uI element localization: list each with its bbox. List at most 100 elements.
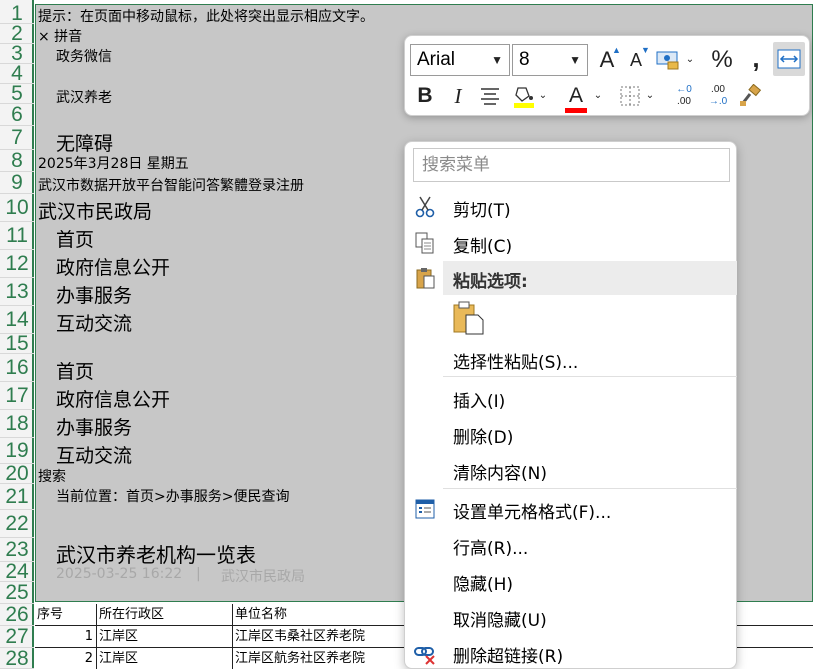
menu-item-format-cells[interactable]: 设置单元格格式(F)...: [405, 492, 738, 526]
chevron-down-icon: ⌄: [538, 90, 548, 101]
menu-item-paste-special[interactable]: 选择性粘贴(S)...: [405, 342, 738, 376]
row-header[interactable]: 22: [0, 510, 34, 538]
row-header[interactable]: 3: [0, 43, 34, 64]
menu-item-cut[interactable]: 剪切(T): [405, 190, 738, 224]
fill-color-dropdown[interactable]: ⌄: [536, 80, 550, 112]
menu-item-delete[interactable]: 删除(D): [405, 417, 738, 451]
font-color-dropdown[interactable]: ⌄: [591, 80, 605, 112]
cell-row-1[interactable]: 提示：在页面中移动鼠标，此处将突出显示相应文字。: [38, 6, 374, 26]
comma-style-button[interactable]: ,: [741, 42, 771, 74]
row-header[interactable]: 1: [0, 3, 34, 24]
row-header[interactable]: 10: [0, 194, 34, 222]
menu-item-clear-contents[interactable]: 清除内容(N): [405, 453, 738, 487]
paint-bucket-icon: [514, 87, 534, 108]
fill-color-button[interactable]: [509, 80, 539, 112]
row-header[interactable]: 25: [0, 582, 34, 604]
table-cell-no[interactable]: 1: [35, 626, 97, 648]
row-header[interactable]: 28: [0, 648, 34, 669]
cell-row-8[interactable]: 2025年3月28日 星期五: [38, 153, 189, 173]
cell-row-7[interactable]: 无障碍: [56, 129, 113, 156]
borders-dropdown[interactable]: ⌄: [643, 80, 657, 112]
row-header[interactable]: 8: [0, 150, 34, 172]
align-center-button[interactable]: [475, 80, 505, 112]
cell-row-24-source[interactable]: 武汉市民政局: [221, 566, 305, 586]
search-menu-input[interactable]: 搜索菜单: [413, 148, 730, 182]
cell-row-18[interactable]: 办事服务: [56, 413, 132, 440]
row-header[interactable]: 19: [0, 438, 34, 464]
shrink-font-button[interactable]: A ▼: [621, 44, 651, 76]
font-name-dropdown[interactable]: Arial ▼: [410, 44, 510, 76]
menu-item-hide[interactable]: 隐藏(H): [405, 564, 738, 598]
menu-item-insert[interactable]: 插入(I): [405, 381, 738, 415]
menu-separator: [443, 488, 737, 489]
cell-row-21[interactable]: 当前位置：首页>办事服务>便民查询: [56, 486, 289, 506]
row-header[interactable]: 13: [0, 278, 34, 306]
row-header[interactable]: 21: [0, 484, 34, 510]
cell-row-20[interactable]: 搜索: [38, 466, 66, 486]
menu-item-label: 清除内容(N): [453, 464, 547, 484]
decrease-decimal-icon-top: .00: [711, 84, 725, 95]
bold-button[interactable]: B: [410, 80, 440, 112]
table-header-district[interactable]: 所在行政区: [97, 604, 233, 626]
font-size-dropdown[interactable]: 8 ▼: [512, 44, 588, 76]
row-header[interactable]: 6: [0, 104, 34, 126]
italic-button[interactable]: I: [443, 80, 473, 112]
row-header[interactable]: 26: [0, 604, 34, 626]
cell-row-16[interactable]: 首页: [56, 357, 94, 384]
cell-row-2[interactable]: × 拼音: [38, 26, 82, 46]
row-header[interactable]: 16: [0, 354, 34, 382]
row-header[interactable]: 17: [0, 382, 34, 410]
menu-item-copy[interactable]: 复制(C): [405, 226, 738, 260]
chevron-down-icon: ⌄: [685, 54, 695, 65]
borders-button[interactable]: [615, 80, 645, 112]
menu-item-remove-hyperlink[interactable]: 删除超链接(R): [405, 636, 738, 669]
row-header[interactable]: 9: [0, 172, 34, 194]
row-header[interactable]: 18: [0, 410, 34, 438]
cell-row-9[interactable]: 武汉市数据开放平台智能问答繁體登录注册: [38, 175, 304, 195]
format-painter-button[interactable]: [735, 80, 765, 112]
table-header-no[interactable]: 序号: [35, 604, 97, 626]
row-header[interactable]: 24: [0, 561, 34, 582]
row-header[interactable]: 27: [0, 626, 34, 648]
row-header[interactable]: 20: [0, 463, 34, 484]
row-header[interactable]: 14: [0, 306, 34, 334]
bold-icon: B: [417, 84, 433, 107]
menu-item-row-height[interactable]: 行高(R)...: [405, 528, 738, 562]
row-header[interactable]: 2: [0, 23, 34, 44]
cell-row-3[interactable]: 政务微信: [56, 46, 112, 66]
row-header[interactable]: 11: [0, 222, 34, 250]
font-color-button[interactable]: A: [561, 80, 591, 113]
cell-row-14[interactable]: 互动交流: [56, 309, 132, 336]
increase-decimal-button[interactable]: ←0 .00: [667, 80, 701, 112]
row-header[interactable]: 5: [0, 83, 34, 104]
menu-item-label: 复制(C): [453, 237, 513, 257]
cell-row-10[interactable]: 武汉市民政局: [38, 197, 152, 224]
percent-style-button[interactable]: %: [707, 44, 737, 76]
row-header[interactable]: 23: [0, 538, 34, 562]
row-header[interactable]: 12: [0, 250, 34, 278]
cell-row-24-date[interactable]: 2025-03-25 16:22: [56, 566, 182, 582]
cell-row-11[interactable]: 首页: [56, 225, 94, 252]
cell-row-23[interactable]: 武汉市养老机构一览表: [56, 539, 256, 568]
row-header[interactable]: 4: [0, 63, 34, 84]
cell-row-17[interactable]: 政府信息公开: [56, 385, 170, 412]
accounting-dropdown-arrow[interactable]: ⌄: [683, 44, 697, 76]
table-cell-district[interactable]: 江岸区: [97, 626, 233, 648]
row-header-column[interactable]: 1 2 3 4 5 6 7 8 9 10 11 12 13 14 15 16 17 18 19 20 21 22 23 24 2…: [0, 0, 34, 669]
row-header[interactable]: 7: [0, 126, 34, 150]
table-cell-no[interactable]: 2: [35, 648, 97, 669]
menu-item-unhide[interactable]: 取消隐藏(U): [405, 600, 738, 634]
cell-row-19[interactable]: 互动交流: [56, 441, 132, 468]
menu-item-label: 粘贴选项:: [453, 272, 528, 292]
cell-row-13[interactable]: 办事服务: [56, 281, 132, 308]
decrease-decimal-button[interactable]: .00 →.0: [701, 80, 735, 112]
row-header[interactable]: 15: [0, 333, 34, 354]
font-name-value: Arial: [417, 49, 456, 70]
table-cell-district[interactable]: 江岸区: [97, 648, 233, 669]
accounting-format-button[interactable]: [653, 44, 683, 76]
cell-row-12[interactable]: 政府信息公开: [56, 253, 170, 280]
cell-row-5[interactable]: 武汉养老: [56, 87, 112, 107]
autofit-button[interactable]: [773, 42, 805, 76]
grow-font-button[interactable]: A ▲: [592, 44, 622, 76]
paste-button[interactable]: [447, 298, 487, 338]
